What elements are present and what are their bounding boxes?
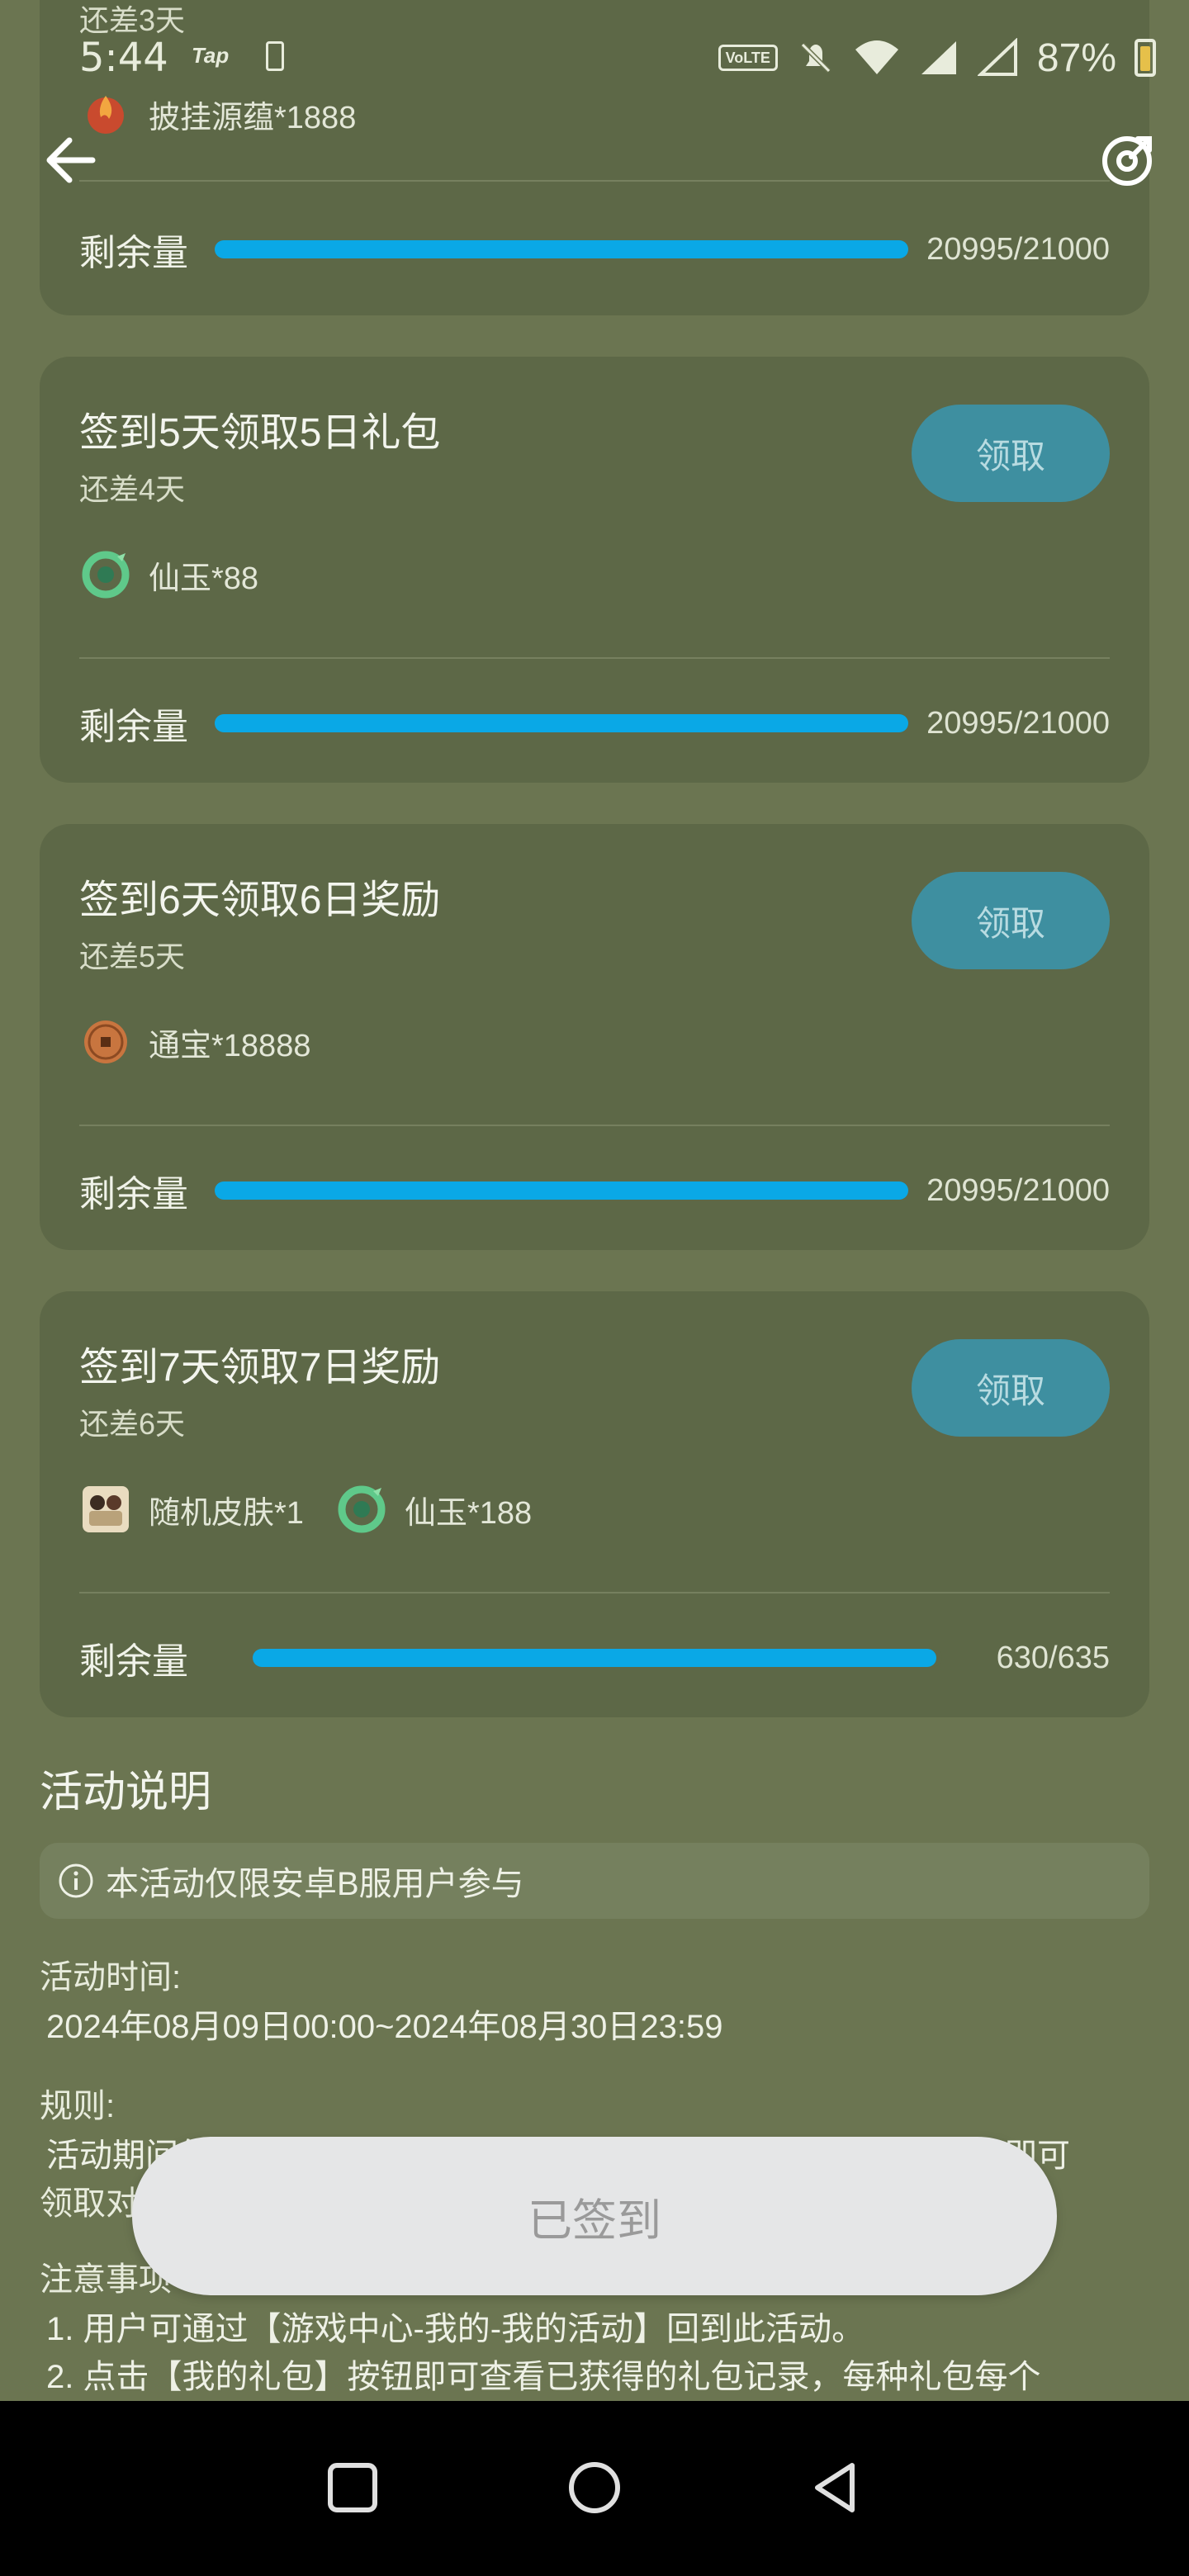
reward-item: 通宝*18888 bbox=[79, 1016, 310, 1068]
claim-button[interactable]: 领取 bbox=[912, 1339, 1110, 1437]
remaining-progress-bar bbox=[253, 1649, 942, 1667]
notice-text: 本活动仅限安卓B服用户参与 bbox=[106, 1866, 524, 1902]
remaining-progress-fill bbox=[215, 1181, 908, 1200]
info-icon bbox=[59, 1863, 93, 1898]
days-remaining: 还差4天 bbox=[79, 472, 186, 506]
wifi-icon bbox=[855, 40, 898, 74]
status-right: VoLTE 87% bbox=[718, 33, 1156, 83]
reward-item: 仙玉*88 bbox=[79, 548, 258, 601]
days-remaining: 还差6天 bbox=[79, 1407, 186, 1441]
copper-coin-icon bbox=[84, 1020, 127, 1063]
jade-dragon-icon bbox=[82, 551, 130, 599]
remaining-value: 20995/21000 bbox=[926, 1172, 1110, 1208]
reward-label: 随机皮肤*1 bbox=[149, 1495, 304, 1531]
volte-icon: VoLTE bbox=[718, 45, 778, 71]
jade-dragon-icon bbox=[338, 1485, 386, 1533]
back-arrow-icon[interactable] bbox=[40, 127, 106, 193]
reward-item: 随机皮肤*1 bbox=[79, 1483, 304, 1536]
remaining-progress-bar bbox=[215, 240, 909, 258]
card-title: 签到7天领取7日奖励 bbox=[79, 1346, 441, 1390]
signal-4g-icon bbox=[921, 41, 956, 74]
remaining-value: 630/635 bbox=[996, 1640, 1110, 1675]
remaining-value: 20995/21000 bbox=[926, 231, 1110, 267]
sd-card-icon bbox=[266, 41, 284, 71]
card-title: 签到6天领取6日奖励 bbox=[79, 878, 441, 922]
remaining-progress-bar bbox=[215, 1181, 909, 1200]
mute-bell-icon bbox=[800, 42, 831, 73]
page: 5:44 Tap VoLTE 87% 还差3天 披挂源蕴*1888 剩余量 20… bbox=[0, 0, 1189, 2401]
back-icon[interactable] bbox=[808, 2459, 865, 2517]
status-time: 5:44 bbox=[79, 35, 168, 81]
divider bbox=[79, 1592, 1110, 1593]
activity-time-value: 2024年08月09日00:00~2024年08月30日23:59 bbox=[46, 2009, 723, 2045]
days-remaining: 还差5天 bbox=[79, 940, 186, 973]
random-skin-icon bbox=[83, 1486, 129, 1532]
battery-percent: 87% bbox=[1036, 36, 1116, 80]
remaining-row: 剩余量 630/635 bbox=[79, 1625, 1110, 1691]
divider bbox=[79, 657, 1110, 659]
reward-card-6day: 签到6天领取6日奖励 还差5天 领取 通宝*18888 剩余量 20995/21… bbox=[40, 824, 1149, 1250]
reward-list: 通宝*18888 bbox=[79, 1016, 329, 1068]
signal-g-icon bbox=[977, 38, 1017, 76]
activity-time-label: 活动时间: bbox=[40, 1959, 182, 1996]
note-2: 2. 点击【我的礼包】按钮即可查看已获得的礼包记录，每种礼包每个 bbox=[46, 2359, 1041, 2395]
note-1: 1. 用户可通过【游戏中心-我的-我的活动】回到此活动。 bbox=[46, 2311, 865, 2347]
reward-card-5day: 签到5天领取5日礼包 还差4天 领取 仙玉*88 剩余量 20995/21000 bbox=[40, 357, 1149, 783]
reward-label: 仙玉*88 bbox=[149, 561, 259, 596]
remaining-row: 剩余量 20995/21000 bbox=[79, 690, 1110, 756]
remaining-label: 剩余量 bbox=[79, 1174, 188, 1215]
navigation-bar bbox=[0, 2401, 1189, 2576]
remaining-label: 剩余量 bbox=[79, 707, 188, 747]
remaining-progress-fill bbox=[215, 240, 908, 258]
recent-apps-icon[interactable] bbox=[324, 2459, 381, 2517]
claim-button[interactable]: 领取 bbox=[912, 405, 1110, 502]
reward-label: 仙玉*188 bbox=[404, 1495, 533, 1531]
top-bar bbox=[0, 116, 1189, 206]
signed-in-button[interactable]: 已签到 bbox=[132, 2137, 1057, 2295]
remaining-label: 剩余量 bbox=[79, 233, 188, 273]
reward-label: 通宝*18888 bbox=[149, 1028, 311, 1063]
reward-card-7day: 签到7天领取7日奖励 还差6天 领取 随机皮肤*1 仙玉*188 剩余量 630… bbox=[40, 1291, 1149, 1717]
remaining-progress-fill bbox=[215, 714, 908, 732]
status-bar: 5:44 Tap VoLTE 87% bbox=[0, 25, 1189, 91]
remaining-value: 20995/21000 bbox=[926, 705, 1110, 741]
activity-notice: 本活动仅限安卓B服用户参与 bbox=[40, 1843, 1149, 1919]
remaining-row: 剩余量 20995/21000 bbox=[79, 216, 1110, 282]
rules-line-2: 领取对 bbox=[40, 2185, 139, 2222]
share-icon[interactable] bbox=[1098, 132, 1156, 190]
home-icon[interactable] bbox=[566, 2459, 623, 2517]
remaining-row: 剩余量 20995/21000 bbox=[79, 1158, 1110, 1224]
rules-label: 规则: bbox=[40, 2088, 116, 2124]
reward-list: 仙玉*88 bbox=[79, 548, 277, 601]
claim-button[interactable]: 领取 bbox=[912, 872, 1110, 969]
remaining-label: 剩余量 bbox=[79, 1641, 188, 1682]
tap-notification-icon: Tap bbox=[192, 43, 230, 68]
divider bbox=[79, 1125, 1110, 1126]
activity-section-title: 活动说明 bbox=[40, 1769, 212, 1816]
remaining-progress-fill bbox=[253, 1649, 936, 1667]
reward-list: 随机皮肤*1 仙玉*188 bbox=[79, 1483, 550, 1536]
battery-icon bbox=[1135, 39, 1156, 77]
remaining-progress-bar bbox=[215, 714, 909, 732]
card-title: 签到5天领取5日礼包 bbox=[79, 411, 441, 455]
reward-item: 仙玉*188 bbox=[335, 1483, 532, 1536]
